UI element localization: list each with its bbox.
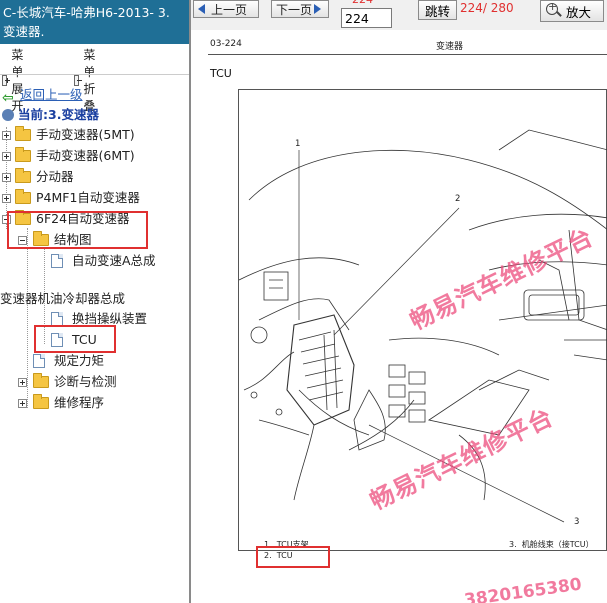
tree-item-label: 维修程序 <box>54 395 105 410</box>
zoom-in-button[interactable]: 放大 <box>540 0 604 22</box>
tree-item-label: 手动变速器(5MT) <box>36 127 135 142</box>
next-page-label: 下一页 <box>276 2 313 17</box>
folder-icon <box>15 126 31 141</box>
page-count: 224/ 280 <box>460 1 514 15</box>
current-page-indicator: 224 <box>352 0 373 6</box>
document-title-line2: 变速器. <box>3 24 45 39</box>
divider <box>0 74 189 75</box>
page-number-input[interactable] <box>341 8 392 28</box>
zoom-in-label: 放大 <box>566 4 592 20</box>
folder-icon <box>15 147 31 162</box>
expand-toggle-icon[interactable] <box>2 194 11 203</box>
collapse-toggle-icon[interactable] <box>18 236 27 245</box>
page-header: 变速器 <box>436 42 464 52</box>
back-link-label: 返回上一级 <box>20 87 83 102</box>
document-icon <box>51 333 63 347</box>
document-margin <box>191 30 198 603</box>
tree-item-label: 规定力矩 <box>54 353 105 368</box>
jump-button[interactable]: 跳转 <box>418 0 457 20</box>
document-icon <box>51 254 63 268</box>
tree-connector <box>27 228 28 408</box>
prev-page-button[interactable]: 上一页 <box>193 0 259 18</box>
prev-page-label: 上一页 <box>211 2 248 17</box>
arrow-left-icon <box>198 4 205 14</box>
folder-icon <box>15 189 31 204</box>
tree-item-label: 分动器 <box>36 169 74 184</box>
expand-toggle-icon[interactable] <box>18 378 27 387</box>
legend-item-1: 1. TCU支架 <box>264 540 309 549</box>
folder-icon <box>33 373 49 388</box>
folder-open-icon <box>33 231 49 246</box>
legend-item-3: 3. 机舱线束（接TCU） <box>509 540 594 549</box>
document-icon <box>51 312 63 326</box>
document-icon <box>33 354 45 368</box>
expand-toggle-icon[interactable] <box>2 152 11 161</box>
folder-icon <box>33 394 49 409</box>
arrow-right-icon <box>314 4 322 14</box>
folder-icon <box>15 168 31 183</box>
phone-watermark: 3820165380 <box>463 574 583 603</box>
app-window: { "left_panel": { "title": "C-长城汽车-哈弗H6-… <box>0 0 607 603</box>
tree-item-label: P4MF1自动变速器 <box>36 190 140 205</box>
section-title: TCU <box>210 67 232 80</box>
collapse-toggle-icon[interactable] <box>2 215 11 224</box>
zoom-in-icon <box>546 0 562 19</box>
location-icon <box>2 109 14 121</box>
tree-item-label: 诊断与检测 <box>54 374 117 389</box>
expand-toggle-icon[interactable] <box>2 131 11 140</box>
tree-item-label: 自动变速A总成 <box>72 253 156 268</box>
back-arrow-icon: ⇦ <box>2 90 14 106</box>
document-title-line1: C-长城汽车-哈弗H6-2013- 3. <box>3 5 170 20</box>
document-title-bar: C-长城汽车-哈弗H6-2013- 3. 变速器. <box>0 0 189 44</box>
legend-item-2: 2. TCU <box>264 551 293 560</box>
tree-item-label: TCU <box>72 332 97 347</box>
expand-toggle-icon[interactable] <box>18 399 27 408</box>
expand-icon <box>2 74 11 86</box>
callout-1: 1 <box>295 139 301 149</box>
next-page-button[interactable]: 下一页 <box>271 0 329 18</box>
tree-item-label: 换挡操纵装置 <box>72 311 148 326</box>
page-code: 03-224 <box>210 39 242 49</box>
header-rule <box>208 54 607 55</box>
current-location-label: 当前:3.变速器 <box>18 107 99 122</box>
tree-item-label: 手动变速器(6MT) <box>36 148 135 163</box>
collapse-menu-label: 菜单折叠 <box>83 48 96 113</box>
tree-item-label: 变速器机油冷却器总成 <box>0 291 126 306</box>
folder-open-icon <box>15 210 31 225</box>
callout-2: 2 <box>455 194 461 204</box>
callout-3: 3 <box>574 517 580 527</box>
tree-item-label: 结构图 <box>54 232 92 247</box>
document-page: 03-224 变速器 TCU 1 2 3 畅易汽车维修平台 畅易汽车维修平台 1… <box>198 30 607 603</box>
navigation-panel: C-长城汽车-哈弗H6-2013- 3. 变速器. 菜单展开 菜单折叠 ⇦ 返回… <box>0 0 191 603</box>
collapse-icon <box>74 74 83 86</box>
expand-toggle-icon[interactable] <box>2 173 11 182</box>
tree-item-label: 6F24自动变速器 <box>36 211 130 226</box>
